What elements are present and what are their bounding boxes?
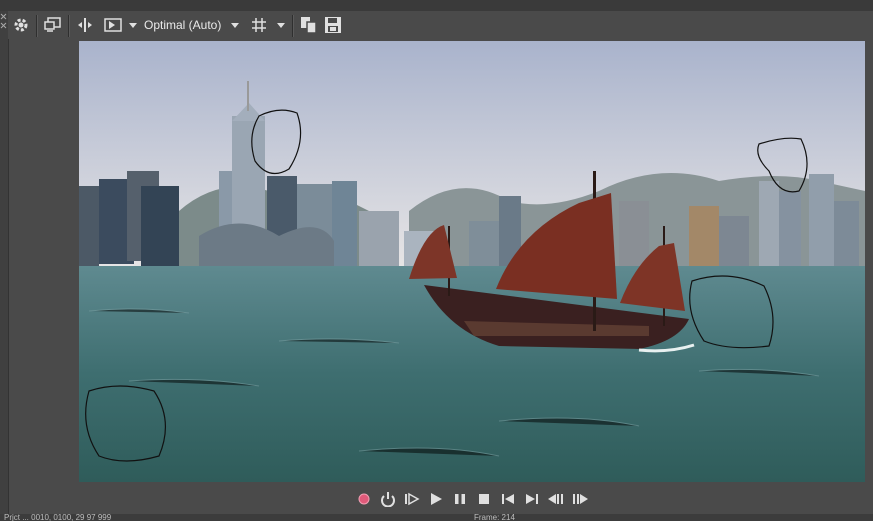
previous-frame-icon[interactable] [547,490,565,508]
save-snapshot-icon[interactable] [322,11,344,39]
loop-icon[interactable] [379,490,397,508]
panel-top-strip [0,0,873,11]
previous-frame-start-icon[interactable] [499,490,517,508]
pause-icon[interactable] [451,490,469,508]
stop-icon[interactable] [475,490,493,508]
harbor-junk-boat-image [79,41,865,482]
play-icon[interactable] [427,490,445,508]
split-screen-icon[interactable] [74,11,96,39]
video-preview-toolbar: Optimal (Auto) [8,11,873,39]
grid-dropdown-chevron-icon[interactable] [274,11,288,39]
toolbar-separator [36,15,38,37]
panel-side-edge [0,11,9,521]
video-preview-frame[interactable] [79,41,865,482]
overlay-icon[interactable] [102,11,124,39]
status-bar: Prjct ... 0010, 0100, 29 97 999 Frame: 2… [0,514,873,521]
status-right-text: Frame: 214 [474,514,515,521]
toolbar-separator [292,15,294,37]
record-icon[interactable] [355,490,373,508]
copy-snapshot-icon[interactable] [298,11,320,39]
next-frame-icon[interactable] [571,490,589,508]
status-left-text: Prjct ... 0010, 0100, 29 97 999 [4,514,112,521]
next-frame-end-icon[interactable] [523,490,541,508]
play-from-start-icon[interactable] [403,490,421,508]
transport-controls [0,486,873,512]
external-monitor-icon[interactable] [42,11,64,39]
quality-dropdown-chevron-icon[interactable] [228,11,242,39]
settings-gear-icon[interactable] [10,11,32,39]
close-icon[interactable] [0,11,8,51]
overlay-dropdown-chevron-icon[interactable] [126,11,140,39]
toolbar-separator [68,15,70,37]
grid-icon[interactable] [248,11,270,39]
preview-quality-select[interactable]: Optimal (Auto) [144,11,221,39]
